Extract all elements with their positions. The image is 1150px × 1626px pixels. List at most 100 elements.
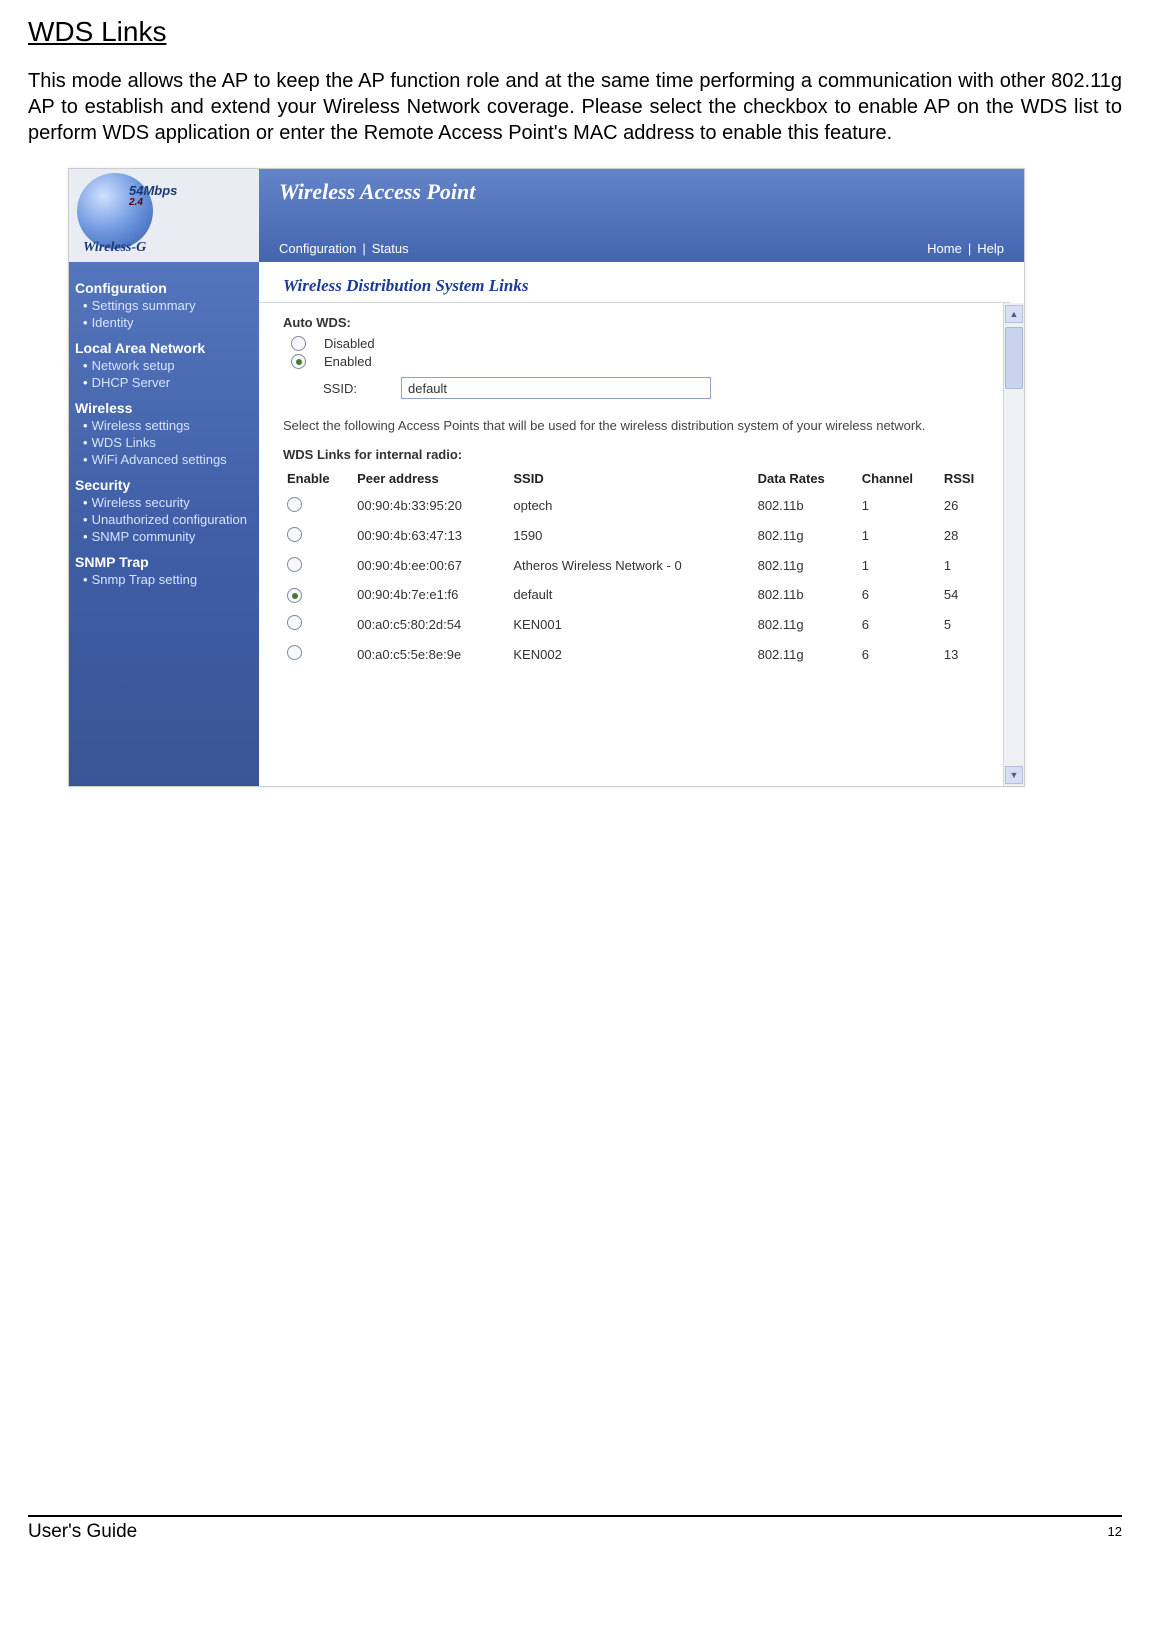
cell-ch: 6 <box>858 581 940 610</box>
cell-ch: 6 <box>858 639 940 669</box>
table-row: 00:90:4b:7e:e1:f6default802.11b654 <box>283 581 993 610</box>
brand-line: Wireless-G <box>83 240 146 256</box>
cell-ssid: 1590 <box>509 521 753 551</box>
header: Wireless Access Point Configuration | St… <box>259 169 1024 262</box>
content-area: Auto WDS: Disabled Enabled SSID: default… <box>259 303 1003 786</box>
table-row: 00:90:4b:33:95:20optech802.11b126 <box>283 491 993 521</box>
auto-wds-disabled-label: Disabled <box>324 336 375 351</box>
cell-peer: 00:90:4b:ee:00:67 <box>353 551 509 581</box>
table-header: Channel <box>858 466 940 491</box>
sidebar-group: SNMP Trap <box>75 554 253 570</box>
sidebar-item[interactable]: •WDS Links <box>75 435 253 450</box>
brand-band-text: 2.4 <box>129 198 177 207</box>
link-home[interactable]: Home <box>927 241 962 256</box>
sidebar: 54Mbps 2.4 Wireless-G Configuration •Sett… <box>69 169 259 786</box>
table-header: Data Rates <box>754 466 858 491</box>
instruction-text: Select the following Access Points that … <box>283 417 993 435</box>
cell-rate: 802.11b <box>754 491 858 521</box>
enable-radio[interactable] <box>287 557 302 572</box>
scroll-down-icon[interactable]: ▼ <box>1005 766 1023 784</box>
table-header: SSID <box>509 466 753 491</box>
cell-peer: 00:90:4b:7e:e1:f6 <box>353 581 509 610</box>
enable-radio[interactable] <box>287 645 302 660</box>
table-header: RSSI <box>940 466 993 491</box>
cell-peer: 00:90:4b:33:95:20 <box>353 491 509 521</box>
sidebar-group: Configuration <box>75 280 253 296</box>
auto-wds-enabled-radio[interactable] <box>291 354 306 369</box>
table-header: Peer address <box>353 466 509 491</box>
sidebar-group: Security <box>75 477 253 493</box>
app-screenshot: 54Mbps 2.4 Wireless-G Configuration •Sett… <box>68 168 1025 787</box>
sidebar-item[interactable]: •Unauthorized configuration <box>75 512 253 527</box>
tab-sep: | <box>968 241 971 256</box>
cell-ssid: Atheros Wireless Network - 0 <box>509 551 753 581</box>
cell-rate: 802.11b <box>754 581 858 610</box>
cell-rssi: 26 <box>940 491 993 521</box>
footer-left: User's Guide <box>28 1521 137 1543</box>
cell-ssid: KEN002 <box>509 639 753 669</box>
ssid-input[interactable]: default <box>401 377 711 399</box>
page-number: 12 <box>1108 1524 1122 1543</box>
cell-rate: 802.11g <box>754 521 858 551</box>
cell-peer: 00:90:4b:63:47:13 <box>353 521 509 551</box>
enable-radio[interactable] <box>287 497 302 512</box>
brand-rate: 54Mbps 2.4 <box>129 183 177 207</box>
scrollbar[interactable]: ▲ ▼ <box>1003 303 1024 786</box>
scroll-thumb[interactable] <box>1005 327 1023 389</box>
enable-radio[interactable] <box>287 527 302 542</box>
sidebar-group: Wireless <box>75 400 253 416</box>
sidebar-item[interactable]: •Settings summary <box>75 298 253 313</box>
scroll-up-icon[interactable]: ▲ <box>1005 305 1023 323</box>
table-row: 00:90:4b:63:47:131590802.11g128 <box>283 521 993 551</box>
cell-peer: 00:a0:c5:80:2d:54 <box>353 609 509 639</box>
cell-rssi: 1 <box>940 551 993 581</box>
sidebar-item[interactable]: •Network setup <box>75 358 253 373</box>
sidebar-item[interactable]: •Snmp Trap setting <box>75 572 253 587</box>
auto-wds-enabled-label: Enabled <box>324 354 372 369</box>
cell-rssi: 54 <box>940 581 993 610</box>
ssid-label: SSID: <box>323 381 373 396</box>
auto-wds-disabled-radio[interactable] <box>291 336 306 351</box>
tab-configuration[interactable]: Configuration <box>279 241 356 256</box>
page-title: WDS Links <box>28 16 1122 48</box>
wds-table: EnablePeer addressSSIDData RatesChannelR… <box>283 466 993 670</box>
table-title: WDS Links for internal radio: <box>283 447 993 462</box>
cell-peer: 00:a0:c5:5e:8e:9e <box>353 639 509 669</box>
tab-sep: | <box>362 241 365 256</box>
auto-wds-label: Auto WDS: <box>283 315 993 330</box>
sidebar-item[interactable]: •WiFi Advanced settings <box>75 452 253 467</box>
table-row: 00:a0:c5:5e:8e:9eKEN002802.11g613 <box>283 639 993 669</box>
cell-rssi: 13 <box>940 639 993 669</box>
link-help[interactable]: Help <box>977 241 1004 256</box>
table-row: 00:a0:c5:80:2d:54KEN001802.11g65 <box>283 609 993 639</box>
cell-ssid: default <box>509 581 753 610</box>
enable-radio[interactable] <box>287 588 302 603</box>
cell-ch: 1 <box>858 521 940 551</box>
section-title: Wireless Distribution System Links <box>259 262 1010 303</box>
sidebar-item[interactable]: •SNMP community <box>75 529 253 544</box>
header-title: Wireless Access Point <box>279 179 1004 205</box>
cell-ch: 1 <box>858 551 940 581</box>
sidebar-item[interactable]: •Wireless security <box>75 495 253 510</box>
intro-text: This mode allows the AP to keep the AP f… <box>28 68 1122 146</box>
cell-ssid: optech <box>509 491 753 521</box>
cell-rate: 802.11g <box>754 551 858 581</box>
sidebar-item[interactable]: •DHCP Server <box>75 375 253 390</box>
table-header: Enable <box>283 466 353 491</box>
cell-ssid: KEN001 <box>509 609 753 639</box>
cell-rate: 802.11g <box>754 609 858 639</box>
sidebar-group: Local Area Network <box>75 340 253 356</box>
brand-area: 54Mbps 2.4 Wireless-G <box>69 169 259 262</box>
main-pane: Wireless Access Point Configuration | St… <box>259 169 1024 786</box>
sidebar-item[interactable]: •Identity <box>75 315 253 330</box>
cell-rssi: 5 <box>940 609 993 639</box>
tab-status[interactable]: Status <box>372 241 409 256</box>
brand-rate-text: 54Mbps <box>129 183 177 198</box>
cell-rate: 802.11g <box>754 639 858 669</box>
cell-ch: 1 <box>858 491 940 521</box>
sidebar-item[interactable]: •Wireless settings <box>75 418 253 433</box>
cell-rssi: 28 <box>940 521 993 551</box>
table-row: 00:90:4b:ee:00:67Atheros Wireless Networ… <box>283 551 993 581</box>
cell-ch: 6 <box>858 609 940 639</box>
enable-radio[interactable] <box>287 615 302 630</box>
